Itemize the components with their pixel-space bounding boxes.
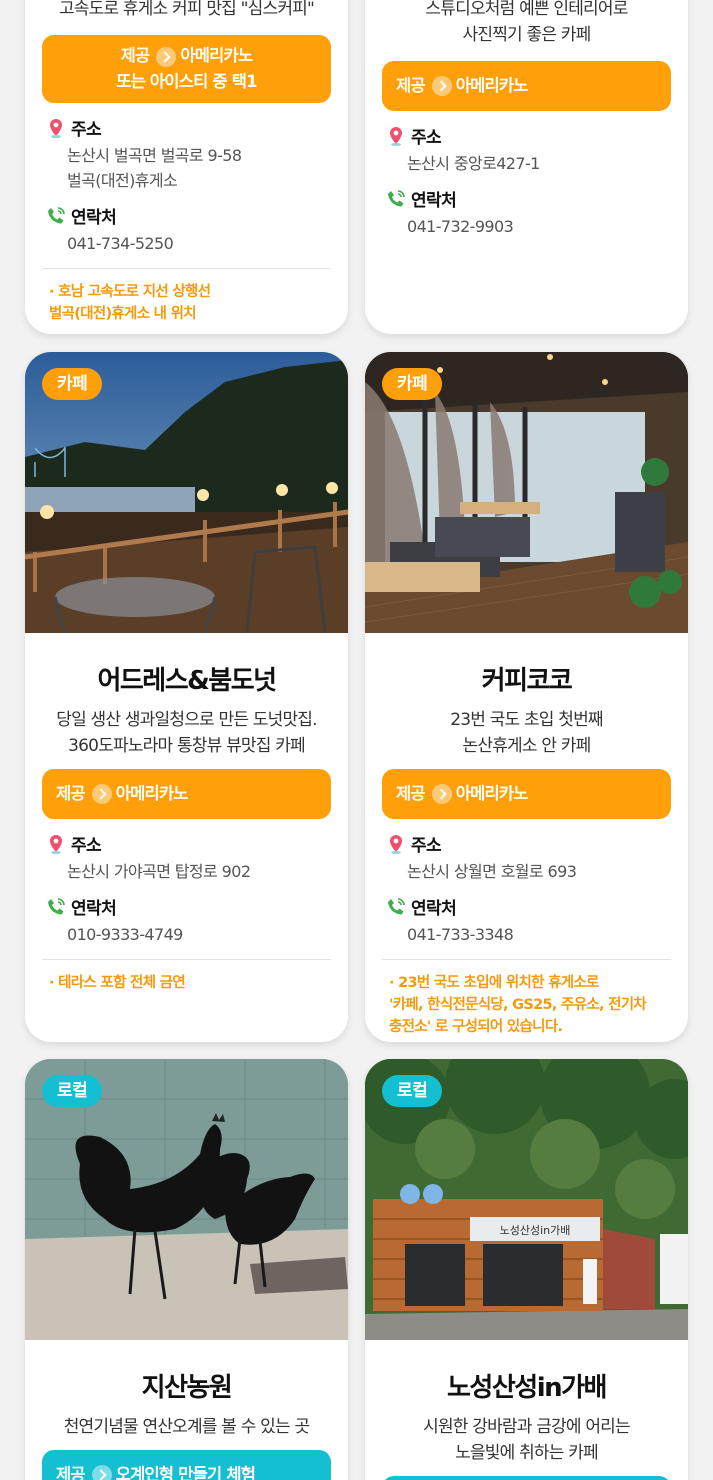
address-value: 논산시 가야곡면 탑정로 902 bbox=[67, 862, 251, 881]
place-title: 노성산성in가배 bbox=[447, 1373, 607, 1403]
cafe-sign-text: 노성산성in가배 bbox=[500, 1224, 571, 1237]
address-label: 주소 bbox=[71, 836, 102, 856]
chevron-right-icon bbox=[431, 784, 452, 804]
map-pin-icon bbox=[45, 117, 67, 139]
phone-number[interactable]: 041-734-5250 bbox=[45, 231, 331, 256]
chevron-right-icon bbox=[431, 76, 452, 96]
offer-banner: 제공 아메리카노 bbox=[382, 769, 671, 819]
address-label: 주소 bbox=[71, 120, 102, 140]
contact-label: 연락처 bbox=[411, 899, 457, 919]
category-tag: 로컬 bbox=[42, 1075, 103, 1107]
offer-banner bbox=[382, 1476, 671, 1480]
card-description: 고속도로 휴게소 커피 맛집 "심스커피" bbox=[58, 0, 315, 19]
phone-icon bbox=[45, 896, 67, 918]
contact-label: 연락처 bbox=[71, 899, 117, 919]
card-description: 천연기념물 연산오계를 볼 수 있는 곳 bbox=[63, 1417, 310, 1437]
phone-icon bbox=[385, 188, 407, 210]
map-pin-icon bbox=[45, 833, 67, 855]
phone-number[interactable]: 041-733-3348 bbox=[385, 922, 671, 947]
chevron-right-icon bbox=[91, 1465, 112, 1480]
place-card-6[interactable]: 노성산성in가배 로컬 노성산성in가배 시원한 강바람과 금강에 어리는 노을… bbox=[365, 1059, 688, 1480]
place-card-1[interactable]: 고속도로 휴게소 커피 맛집 "심스커피" 제공 아메리카노 또는 아이스티 중 … bbox=[25, 0, 348, 334]
contact-label: 연락처 bbox=[411, 191, 457, 211]
card-note: · 23번 국도 초입에 위치한 휴게소로 '카페, 한식전문식당, GS25,… bbox=[389, 975, 647, 1035]
place-title: 지산농원 bbox=[141, 1373, 233, 1403]
place-photo: 카페 bbox=[365, 352, 688, 633]
address-value: 논산시 벌곡면 벌곡로 9-58 벌곡(대전)휴게소 bbox=[67, 146, 242, 190]
category-tag: 카페 bbox=[42, 368, 103, 400]
offer-banner: 제공 아메리카노 bbox=[42, 769, 331, 819]
card-description: 시원한 강바람과 금강에 어리는 노을빛에 취하는 카페 bbox=[423, 1417, 631, 1463]
place-card-4[interactable]: 카페 커피코코 23번 국도 초입 첫번째 논산휴게소 안 카페 제공 아메리카노… bbox=[365, 352, 688, 1042]
address-value: 논산시 중앙로427-1 bbox=[407, 154, 540, 173]
phone-number[interactable]: 041-732-9903 bbox=[385, 214, 671, 239]
card-description: 23번 국도 초입 첫번째 논산휴게소 안 카페 bbox=[450, 710, 603, 756]
phone-icon bbox=[45, 205, 67, 227]
card-note: · 호남 고속도로 지선 상행선 벌곡(대전)휴게소 내 위치 bbox=[49, 284, 211, 322]
address-label: 주소 bbox=[411, 128, 442, 148]
card-description: 스튜디오처럼 예쁜 인테리어로 사진찍기 좋은 카페 bbox=[425, 0, 628, 45]
phone-icon bbox=[385, 896, 407, 918]
place-photo: 로컬 bbox=[25, 1059, 348, 1340]
category-tag: 카페 bbox=[382, 368, 443, 400]
place-card-5[interactable]: 로컬 지산농원 천연기념물 연산오계를 볼 수 있는 곳 제공 오계인형 만들기 … bbox=[25, 1059, 348, 1480]
chevron-right-icon bbox=[91, 784, 112, 804]
place-title: 어드레스&붐도넛 bbox=[97, 666, 277, 696]
place-card-3[interactable]: 카페 어드레스&붐도넛 당일 생산 생과일청으로 만든 도넛맛집. 360도파노… bbox=[25, 352, 348, 1042]
place-title: 커피코코 bbox=[481, 666, 573, 696]
place-photo: 카페 bbox=[25, 352, 348, 633]
offer-banner: 제공 아메리카노 또는 아이스티 중 택1 bbox=[42, 35, 331, 103]
chevron-right-icon bbox=[156, 46, 177, 67]
offer-banner: 제공 오계인형 만들기 체험 bbox=[42, 1450, 331, 1480]
address-value: 논산시 상월면 호월로 693 bbox=[407, 862, 577, 881]
place-photo: 노성산성in가배 로컬 bbox=[365, 1059, 688, 1340]
card-description: 당일 생산 생과일청으로 만든 도넛맛집. 360도파노라마 통창뷰 뷰맛집 카… bbox=[56, 710, 317, 756]
card-note: · 테라스 포함 전체 금연 bbox=[49, 975, 186, 991]
place-card-2[interactable]: 스튜디오처럼 예쁜 인테리어로 사진찍기 좋은 카페 제공 아메리카노 주소 논산… bbox=[365, 0, 688, 334]
phone-number[interactable]: 010-9333-4749 bbox=[45, 922, 331, 947]
map-pin-icon bbox=[385, 125, 407, 147]
category-tag: 로컬 bbox=[382, 1075, 443, 1107]
offer-banner: 제공 아메리카노 bbox=[382, 61, 671, 111]
contact-label: 연락처 bbox=[71, 208, 117, 228]
address-label: 주소 bbox=[411, 836, 442, 856]
map-pin-icon bbox=[385, 833, 407, 855]
